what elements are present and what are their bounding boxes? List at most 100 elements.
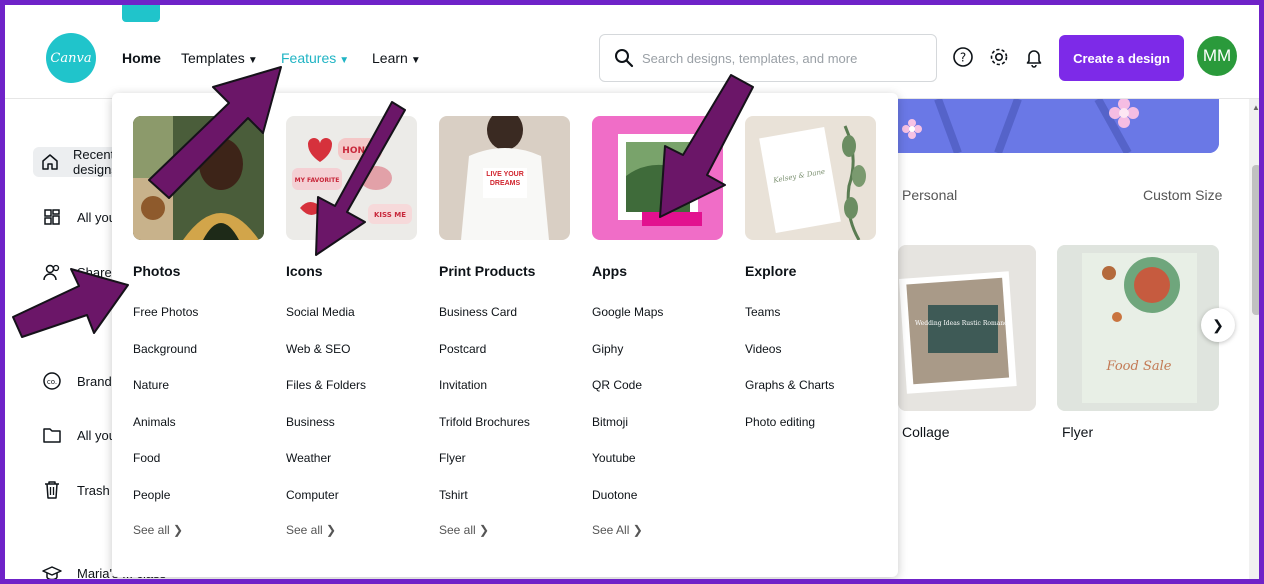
menu-item-giphy[interactable]: Giphy: [592, 342, 663, 379]
wedding-text: Wedding Ideas Rustic Romance: [915, 320, 1011, 327]
sticker-favorite: MY FAVORITE: [295, 177, 340, 184]
menu-item-files-folders[interactable]: Files & Folders: [286, 378, 366, 415]
sticker-kiss-me: KISS ME: [374, 211, 406, 219]
search-box[interactable]: [599, 34, 937, 82]
explore-thumbnail[interactable]: Kelsey & Dane: [745, 116, 876, 240]
see-all-apps-link[interactable]: See All ❯: [592, 523, 643, 537]
menu-column-explore: Kelsey & Dane Explore Teams Videos Graph…: [745, 116, 876, 429]
nav-features-label: Features: [281, 50, 337, 66]
nav-templates[interactable]: Templates ▼: [181, 50, 258, 66]
menu-column-icons: HONEY MY FAVORITE KISS ME Icons Social M…: [286, 116, 417, 537]
menu-item-nature[interactable]: Nature: [133, 378, 198, 415]
scrollbar-thumb[interactable]: [1252, 165, 1259, 315]
menu-list-apps: Google Maps Giphy QR Code Bitmoji Youtub…: [592, 305, 663, 525]
menu-heading-explore: Explore: [745, 263, 797, 279]
menu-item-weather[interactable]: Weather: [286, 451, 366, 488]
apps-thumbnail[interactable]: [592, 116, 723, 240]
menu-item-people[interactable]: People: [133, 488, 198, 525]
screenshot-frame: Canva Home Templates▼ Features▼ Learn▼ ?…: [0, 0, 1264, 584]
menu-item-tshirt[interactable]: Tshirt: [439, 488, 530, 525]
menu-list-print-products: Business Card Postcard Invitation Trifol…: [439, 305, 530, 525]
avatar[interactable]: MM: [1197, 36, 1237, 76]
menu-item-qr-code[interactable]: QR Code: [592, 378, 663, 415]
menu-item-trifold-brochures[interactable]: Trifold Brochures: [439, 415, 530, 452]
folder-icon: [41, 424, 63, 446]
menu-item-business[interactable]: Business: [286, 415, 366, 452]
create-design-button[interactable]: Create a design: [1059, 35, 1184, 81]
nav-home[interactable]: Home: [122, 50, 161, 66]
sidebar-item-trash[interactable]: Trash: [41, 475, 110, 505]
menu-heading-icons: Icons: [286, 263, 323, 279]
menu-heading-photos: Photos: [133, 263, 181, 279]
bell-icon[interactable]: [1023, 46, 1045, 68]
menu-item-duotone[interactable]: Duotone: [592, 488, 663, 525]
sidebar-item-label: Trash: [77, 482, 110, 498]
grid-icon: [41, 206, 63, 228]
flower-illustration: [898, 99, 1219, 153]
scroll-up-icon[interactable]: ▲: [1252, 103, 1259, 112]
chevron-down-icon: ▼: [339, 55, 350, 66]
menu-list-photos: Free Photos Background Nature Animals Fo…: [133, 305, 198, 525]
menu-list-explore: Teams Videos Graphs & Charts Photo editi…: [745, 305, 834, 451]
search-input[interactable]: [642, 47, 927, 69]
card-label-collage: Collage: [902, 424, 950, 440]
menu-item-photo-editing[interactable]: Photo editing: [745, 415, 834, 452]
help-icon[interactable]: ?: [952, 46, 974, 68]
menu-item-food[interactable]: Food: [133, 451, 198, 488]
menu-item-background[interactable]: Background: [133, 342, 198, 379]
photos-thumbnail[interactable]: [133, 116, 264, 240]
active-tab-indicator: [122, 5, 160, 22]
logo-text: Canva: [50, 50, 92, 66]
carousel-next-button[interactable]: ❯: [1201, 308, 1235, 342]
menu-item-teams[interactable]: Teams: [745, 305, 834, 342]
nav-templates-label: Templates: [181, 50, 245, 66]
menu-item-graphs-charts[interactable]: Graphs & Charts: [745, 378, 834, 415]
nav-learn[interactable]: Learn ▼: [372, 50, 421, 66]
food-sale-text: Food Sale: [1106, 359, 1172, 374]
vertical-scrollbar[interactable]: ▲: [1249, 99, 1259, 579]
hero-banner: [898, 99, 1219, 153]
collage-card-thumbnail[interactable]: Wedding Ideas Rustic Romance: [898, 245, 1036, 411]
menu-item-animals[interactable]: Animals: [133, 415, 198, 452]
menu-item-computer[interactable]: Computer: [286, 488, 366, 525]
icons-thumbnail[interactable]: HONEY MY FAVORITE KISS ME: [286, 116, 417, 240]
menu-item-web-seo[interactable]: Web & SEO: [286, 342, 366, 379]
graduation-cap-icon: [41, 562, 63, 579]
menu-item-videos[interactable]: Videos: [745, 342, 834, 379]
menu-item-free-photos[interactable]: Free Photos: [133, 305, 198, 342]
svg-text:?: ?: [960, 51, 966, 65]
trash-icon: [41, 479, 63, 501]
menu-item-youtube[interactable]: Youtube: [592, 451, 663, 488]
tab-custom-size[interactable]: Custom Size: [1143, 187, 1222, 203]
menu-column-photos: Photos Free Photos Background Nature Ani…: [133, 116, 264, 537]
flyer-card-thumbnail[interactable]: Food Sale: [1057, 245, 1219, 411]
search-icon: [615, 49, 634, 68]
menu-item-postcard[interactable]: Postcard: [439, 342, 530, 379]
people-icon: [41, 261, 63, 283]
chevron-right-icon: ❯: [1212, 316, 1224, 333]
menu-item-invitation[interactable]: Invitation: [439, 378, 530, 415]
nav-features[interactable]: Features ▼: [281, 50, 349, 66]
menu-item-business-card[interactable]: Business Card: [439, 305, 530, 342]
see-all-print-link[interactable]: See all ❯: [439, 523, 489, 537]
svg-text:co.: co.: [47, 378, 57, 386]
top-bar: Canva Home Templates▼ Features▼ Learn▼ ?…: [5, 5, 1259, 99]
menu-item-social-media[interactable]: Social Media: [286, 305, 366, 342]
menu-list-icons: Social Media Web & SEO Files & Folders B…: [286, 305, 366, 525]
menu-item-google-maps[interactable]: Google Maps: [592, 305, 663, 342]
canva-logo[interactable]: Canva: [46, 33, 96, 83]
see-all-photos-link[interactable]: See all ❯: [133, 523, 183, 537]
chevron-down-icon: ▼: [410, 55, 421, 66]
see-all-icons-link[interactable]: See all ❯: [286, 523, 336, 537]
gear-icon[interactable]: [988, 46, 1010, 68]
menu-item-bitmoji[interactable]: Bitmoji: [592, 415, 663, 452]
home-icon: [41, 151, 59, 173]
tshirt-print-text: LIVE YOUR DREAMS: [486, 171, 524, 187]
menu-column-apps: Apps Google Maps Giphy QR Code Bitmoji Y…: [592, 116, 723, 537]
tab-personal[interactable]: Personal: [902, 187, 957, 203]
print-products-thumbnail[interactable]: LIVE YOUR DREAMS: [439, 116, 570, 240]
menu-heading-apps: Apps: [592, 263, 627, 279]
menu-item-flyer[interactable]: Flyer: [439, 451, 530, 488]
sticker-honey: HONEY: [342, 146, 378, 156]
menu-heading-print-products: Print Products: [439, 263, 536, 279]
